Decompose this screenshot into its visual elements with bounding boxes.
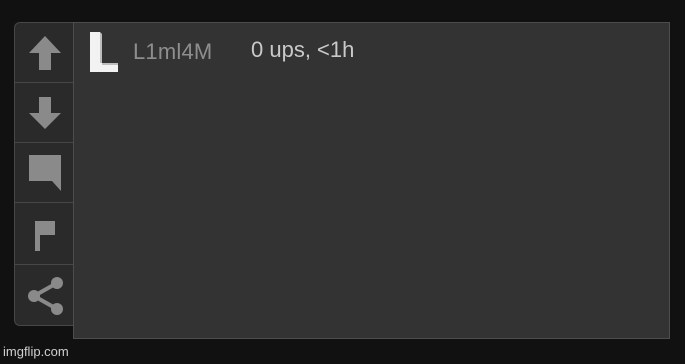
share-icon	[27, 277, 63, 315]
arrow-down-icon	[28, 96, 61, 129]
arrow-up-icon	[28, 35, 61, 70]
flag-icon	[34, 220, 55, 251]
share-button[interactable]	[15, 266, 74, 326]
flag-button[interactable]	[15, 205, 74, 265]
comment-panel: L1ml4M 0 ups, <1h	[73, 22, 670, 339]
comment-action-sidebar	[14, 22, 74, 326]
user-avatar[interactable]	[88, 29, 120, 73]
screenshot-canvas: L1ml4M 0 ups, <1h imgflip.com	[0, 0, 685, 364]
downvote-button[interactable]	[15, 83, 74, 143]
comment-meta: 0 ups, <1h	[251, 37, 355, 62]
upvote-button[interactable]	[15, 23, 74, 83]
reply-button[interactable]	[15, 143, 74, 203]
comment-username[interactable]: L1ml4M	[133, 39, 212, 65]
comment-bubble-icon	[28, 154, 61, 191]
watermark: imgflip.com	[3, 344, 69, 359]
